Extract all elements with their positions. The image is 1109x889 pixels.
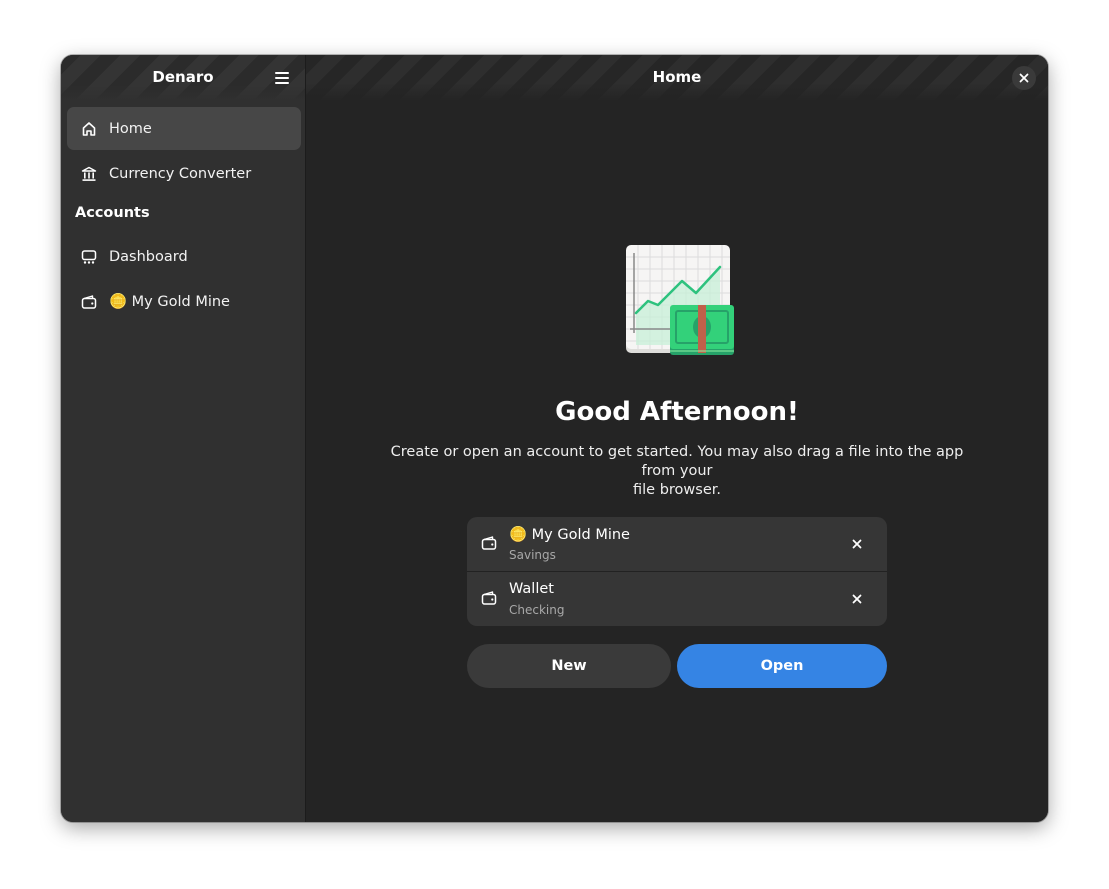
wallet-icon (481, 590, 497, 606)
accounts-section-title: Accounts (75, 205, 150, 221)
open-account-button[interactable]: Open (677, 644, 887, 688)
sidebar-header: Denaro (61, 55, 305, 101)
sidebar-item-my-gold-mine[interactable]: 🪙 My Gold Mine (67, 280, 301, 323)
recent-account-type: Checking (509, 603, 565, 617)
close-icon (852, 539, 862, 549)
sidebar-item-label: 🪙 My Gold Mine (109, 294, 230, 310)
dashboard-icon (81, 249, 97, 265)
wallet-icon (81, 294, 97, 310)
new-account-button[interactable]: New (467, 644, 671, 688)
sidebar: Denaro Home Currency Converter Accounts … (61, 55, 306, 822)
app-window: Denaro Home Currency Converter Accounts … (61, 55, 1048, 822)
recent-account-title: Wallet (509, 581, 554, 597)
finance-chart-illustration-icon (624, 245, 736, 357)
home-icon (81, 121, 97, 137)
recent-account-type: Savings (509, 548, 556, 562)
description-line: Create or open an account to get started… (390, 444, 964, 479)
wallet-icon (481, 535, 497, 551)
remove-recent-button[interactable] (845, 587, 869, 611)
bank-icon (81, 166, 97, 182)
welcome-description: Create or open an account to get started… (386, 443, 968, 500)
close-icon (1019, 73, 1029, 83)
content-header: Home (306, 55, 1048, 101)
sidebar-item-home[interactable]: Home (67, 107, 301, 150)
main-menu-button[interactable] (267, 63, 297, 93)
recent-accounts-list: 🪙 My Gold Mine Savings Wallet Checking (467, 517, 887, 626)
sidebar-item-label: Dashboard (109, 248, 188, 265)
sidebar-item-dashboard[interactable]: Dashboard (67, 235, 301, 278)
hamburger-icon (275, 72, 289, 84)
description-line: file browser. (633, 482, 721, 498)
sidebar-item-currency-converter[interactable]: Currency Converter (67, 152, 301, 195)
page-title: Home (652, 68, 702, 86)
remove-recent-button[interactable] (845, 532, 869, 556)
main-content: Home Good Afternoon! Create or open an a… (306, 55, 1048, 822)
sidebar-item-label: Home (109, 120, 152, 137)
close-icon (852, 594, 862, 604)
greeting-title: Good Afternoon! (555, 397, 799, 427)
recent-account-row[interactable]: 🪙 My Gold Mine Savings (467, 517, 887, 571)
sidebar-item-label: Currency Converter (109, 165, 252, 182)
recent-account-row[interactable]: Wallet Checking (467, 571, 887, 626)
close-window-button[interactable] (1012, 66, 1036, 90)
recent-account-title: 🪙 My Gold Mine (509, 527, 630, 543)
